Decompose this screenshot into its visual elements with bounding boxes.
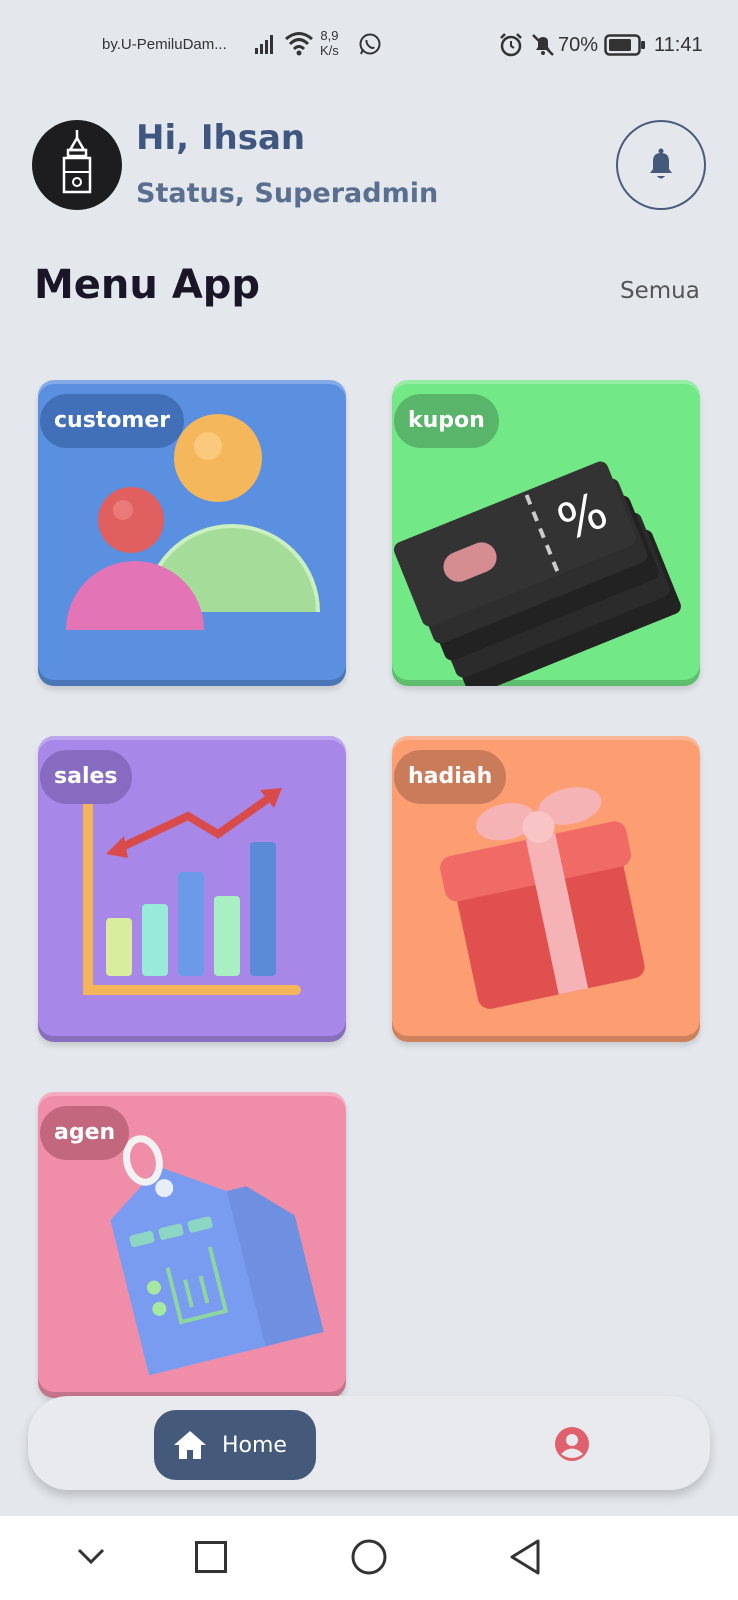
- menu-label: customer: [40, 394, 185, 448]
- menu-label: kupon: [394, 394, 499, 448]
- network-speed: 8,9 K/s: [320, 28, 339, 58]
- system-navigation: [0, 1516, 738, 1600]
- menu-tile-kupon[interactable]: % kupon: [392, 380, 700, 686]
- signal-icon: [255, 35, 273, 54]
- lantern-logo-icon: [62, 130, 92, 194]
- recent-apps-icon[interactable]: [194, 1540, 228, 1574]
- menu-tile-customer[interactable]: customer: [38, 380, 346, 686]
- carrier-text: by.U-PemiluDam...: [102, 36, 227, 53]
- whatsapp-icon: [359, 33, 381, 55]
- user-status: Status, Superadmin: [136, 178, 439, 209]
- clock: 11:41: [654, 34, 703, 56]
- status-bar: by.U-PemiluDam... 8,9 K/s 70% 11:41: [0, 0, 738, 92]
- bell-icon: [650, 148, 672, 179]
- avatar[interactable]: [32, 120, 122, 210]
- profile-icon[interactable]: [554, 1426, 590, 1462]
- nav-home-label: Home: [222, 1432, 287, 1458]
- menu-label: agen: [40, 1106, 130, 1160]
- notification-button[interactable]: [616, 120, 706, 210]
- home-icon: [174, 1431, 206, 1459]
- menu-tile-sales[interactable]: sales: [38, 736, 346, 1042]
- section-title: Menu App: [34, 262, 261, 308]
- menu-tile-agen[interactable]: agen: [38, 1092, 346, 1398]
- alarm-icon: [500, 33, 522, 57]
- chevron-down-icon[interactable]: [76, 1544, 106, 1568]
- wifi-icon: [285, 32, 313, 56]
- greeting: Hi, Ihsan: [136, 118, 306, 158]
- back-icon[interactable]: [508, 1538, 542, 1576]
- home-circle-icon[interactable]: [350, 1538, 388, 1576]
- battery-icon: [604, 34, 645, 56]
- battery-percent: 70%: [558, 34, 599, 56]
- bottom-navigation: Home: [28, 1396, 710, 1490]
- mute-bell-icon: [532, 34, 554, 56]
- see-all-link[interactable]: Semua: [620, 278, 700, 304]
- menu-tile-hadiah[interactable]: hadiah: [392, 736, 700, 1042]
- menu-label: sales: [40, 750, 132, 804]
- menu-label: hadiah: [394, 750, 507, 804]
- nav-home-button[interactable]: Home: [154, 1410, 316, 1480]
